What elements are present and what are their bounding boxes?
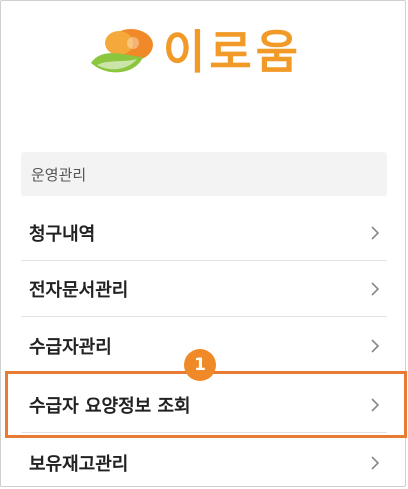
menu-item-recipient-care-info[interactable]: 수급자 요양정보 조회 — [21, 377, 387, 433]
side-menu-panel: 이로움 운영관리 청구내역 전자문서관리 수급자관리 수급자 요양정보 조회 보… — [0, 0, 406, 487]
chevron-right-icon — [371, 456, 380, 470]
step-badge: 1 — [184, 349, 216, 381]
menu-item-label: 수급자관리 — [29, 336, 112, 358]
menu-item-billing-history[interactable]: 청구내역 — [21, 205, 387, 261]
chevron-right-icon — [371, 397, 380, 412]
menu-item-inventory-management[interactable]: 보유재고관리 — [21, 435, 387, 486]
menu-item-label: 수급자 요양정보 조회 — [29, 395, 191, 417]
menu-item-label: 청구내역 — [29, 223, 96, 245]
logo-icon — [91, 29, 153, 73]
logo[interactable]: 이로움 — [83, 23, 302, 81]
chevron-right-icon — [371, 338, 380, 353]
section-header-operations: 운영관리 — [21, 152, 387, 196]
menu-item-label: 전자문서관리 — [29, 279, 129, 301]
chevron-right-icon — [371, 281, 380, 296]
menu-item-e-documents[interactable]: 전자문서관리 — [21, 261, 387, 317]
logo-text: 이로움 — [163, 25, 302, 79]
menu-item-label: 보유재고관리 — [29, 454, 129, 475]
chevron-right-icon — [371, 225, 380, 240]
